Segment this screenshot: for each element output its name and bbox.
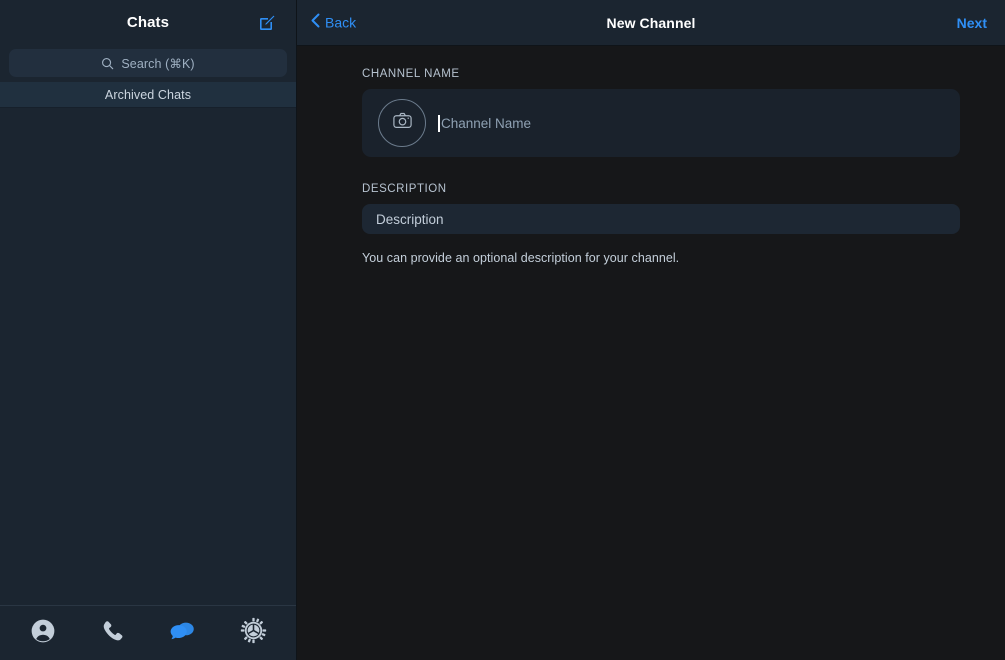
description-input[interactable]: Description bbox=[362, 204, 960, 234]
channel-name-placeholder: Channel Name bbox=[441, 116, 531, 131]
channel-avatar-upload-button[interactable] bbox=[378, 99, 426, 147]
back-button[interactable]: Back bbox=[310, 12, 356, 33]
app-window: Chats Search (⌘K) Archived Cha bbox=[0, 0, 1005, 660]
description-placeholder: Description bbox=[376, 212, 444, 227]
spacer bbox=[362, 157, 960, 183]
search-container: Search (⌘K) bbox=[0, 45, 296, 81]
channel-name-section-label: CHANNEL NAME bbox=[362, 68, 960, 80]
phone-handset-icon bbox=[100, 618, 126, 649]
search-icon bbox=[101, 57, 114, 70]
back-label: Back bbox=[325, 15, 356, 31]
sidebar-header: Chats bbox=[0, 0, 296, 45]
sidebar-item-archived-chats[interactable]: Archived Chats bbox=[0, 81, 296, 108]
sidebar-title: Chats bbox=[127, 14, 169, 31]
tab-settings[interactable] bbox=[226, 612, 280, 654]
search-input[interactable]: Search (⌘K) bbox=[9, 49, 287, 77]
next-button[interactable]: Next bbox=[957, 15, 987, 31]
chat-bubbles-icon bbox=[169, 617, 197, 650]
channel-name-input[interactable]: Channel Name bbox=[438, 89, 944, 157]
tab-chats[interactable] bbox=[156, 612, 210, 654]
text-caret bbox=[438, 115, 440, 132]
compose-pencil-square-icon[interactable] bbox=[256, 12, 278, 34]
chevron-left-icon bbox=[310, 12, 321, 33]
bottom-tabbar bbox=[0, 605, 296, 660]
channel-name-card: Channel Name bbox=[362, 89, 960, 157]
tab-contacts[interactable] bbox=[16, 612, 70, 654]
gear-icon bbox=[240, 617, 267, 649]
camera-icon bbox=[392, 110, 413, 136]
archived-chats-label: Archived Chats bbox=[105, 88, 191, 102]
description-hint: You can provide an optional description … bbox=[362, 251, 960, 265]
new-channel-form: CHANNEL NAME Channel Name bbox=[297, 46, 1005, 660]
chat-list[interactable] bbox=[0, 108, 296, 605]
main-panel: Back New Channel Next CHANNEL NAME bbox=[297, 0, 1005, 660]
person-circle-icon bbox=[30, 618, 56, 649]
page-title: New Channel bbox=[297, 15, 1005, 31]
main-header: Back New Channel Next bbox=[297, 0, 1005, 46]
search-placeholder: Search (⌘K) bbox=[121, 56, 194, 71]
tab-calls[interactable] bbox=[86, 612, 140, 654]
description-section-label: DESCRIPTION bbox=[362, 183, 960, 195]
sidebar: Chats Search (⌘K) Archived Cha bbox=[0, 0, 297, 660]
